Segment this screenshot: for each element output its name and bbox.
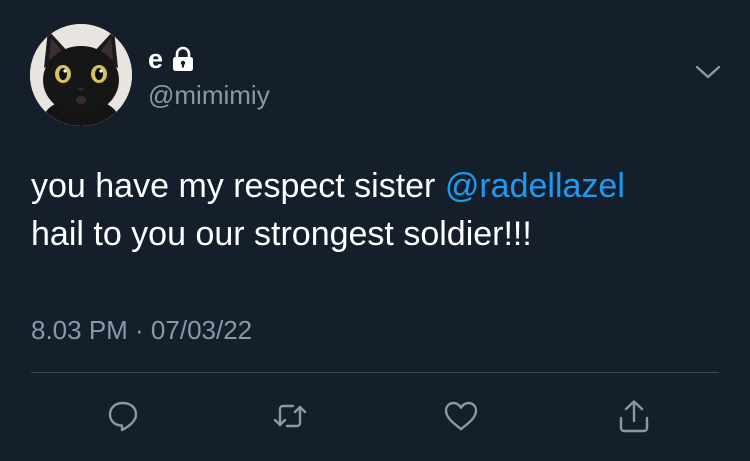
black-cat-avatar-icon (30, 24, 132, 126)
share-button[interactable] (612, 394, 656, 438)
tweet-text-part2: hail to you our strongest soldier!!! (31, 215, 532, 253)
reply-icon (108, 401, 138, 432)
retweet-button[interactable] (268, 394, 312, 438)
avatar[interactable] (30, 24, 132, 126)
chevron-down-icon[interactable] (694, 62, 722, 82)
user-handle[interactable]: @mimimiy (148, 80, 270, 110)
display-name[interactable]: e (148, 44, 163, 74)
tweet-text: you have my respect sister @radellazel ha… (31, 162, 731, 258)
like-button[interactable] (439, 394, 483, 438)
name-row: e (148, 44, 195, 74)
tweet-text-part1: you have my respect sister (31, 167, 445, 205)
heart-icon (444, 401, 478, 431)
retweet-icon (273, 404, 307, 428)
tweet-card: e @mimimiy you have my respect sister @r… (0, 0, 750, 461)
share-icon (619, 400, 649, 433)
tweet-timestamp[interactable]: 8.03 PM · 07/03/22 (31, 312, 252, 348)
mention-link[interactable]: @radellazel (445, 167, 625, 205)
divider (31, 372, 719, 373)
reply-button[interactable] (101, 394, 145, 438)
lock-icon (171, 46, 195, 72)
